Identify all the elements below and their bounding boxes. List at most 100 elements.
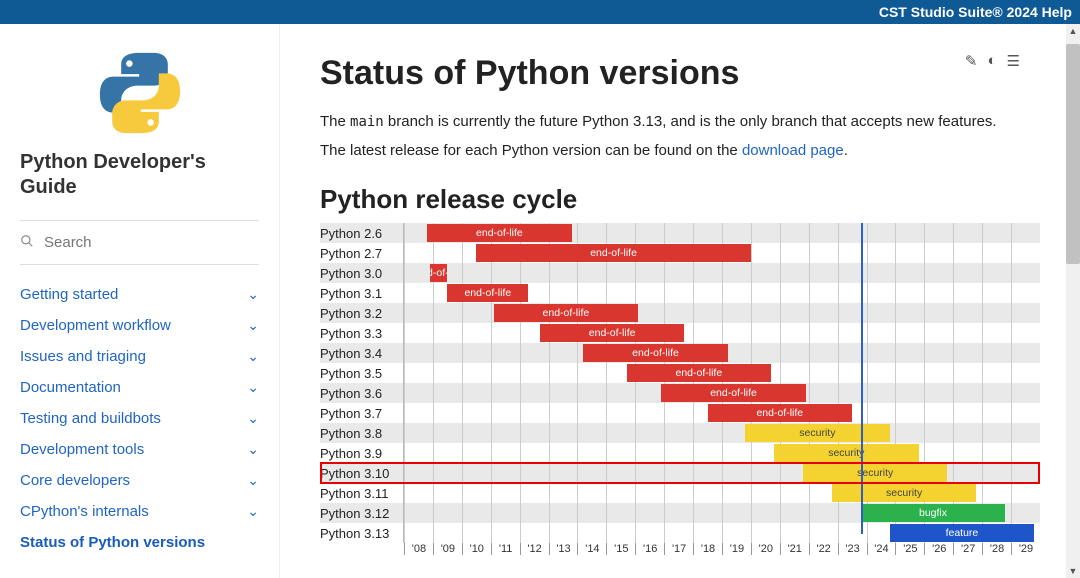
chart-row-track: end-of-life [404, 323, 1040, 343]
chart-row-label: Python 3.10 [320, 463, 404, 483]
intro-paragraph-2: The latest release for each Python versi… [320, 140, 1040, 163]
sidebar-item-label: Development tools [20, 441, 144, 458]
download-page-link[interactable]: download page [742, 142, 844, 159]
x-tick: '21 [780, 543, 809, 555]
edit-icon[interactable]: ✎ [965, 52, 978, 70]
chart-row-track: bugfix [404, 503, 1040, 523]
chart-row-track: end-of-life [404, 303, 1040, 323]
sidebar-item[interactable]: Getting started⌄ [20, 279, 259, 310]
chevron-down-icon: ⌄ [247, 348, 259, 365]
chart-row-label: Python 3.13 [320, 523, 404, 543]
chart-row-track: end-of-life [404, 283, 1040, 303]
chart-row: Python 3.6 end-of-life [320, 383, 1040, 403]
chart-row: Python 3.0 end-of-life [320, 263, 1040, 283]
chart-row: Python 3.11security [320, 483, 1040, 503]
chart-bar-eol: end-of-life [476, 244, 751, 262]
x-tick: '27 [953, 543, 982, 555]
chart-bar-eol: end-of-life [540, 324, 685, 342]
page-actions: ✎ ◐ ☰ [965, 52, 1020, 70]
chart-bar-sec: security [774, 444, 919, 462]
chart-row: Python 3.5end-of-life [320, 363, 1040, 383]
x-tick: '13 [549, 543, 578, 555]
chevron-down-icon: ⌄ [247, 317, 259, 334]
toc-icon[interactable]: ☰ [1007, 52, 1020, 70]
sidebar-item[interactable]: Core developers ⌄ [20, 465, 259, 496]
x-tick: '15 [606, 543, 635, 555]
x-tick: '10 [462, 543, 491, 555]
intro-text: The [320, 113, 350, 130]
x-tick: '28 [982, 543, 1011, 555]
search-icon [20, 234, 34, 251]
search-row[interactable] [20, 220, 259, 265]
sidebar-item-label: Core developers [20, 472, 130, 489]
x-tick: '18 [693, 543, 722, 555]
chart-row-label: Python 3.4 [320, 343, 404, 363]
site-title: Python Developer's Guide [20, 150, 259, 200]
x-tick: '14 [577, 543, 606, 555]
chart-row: Python 3.9security [320, 443, 1040, 463]
chart-row-track: end-of-life [404, 223, 1040, 243]
chart-bar-fix: bugfix [861, 504, 1006, 522]
chart-bar-eol: end-of-life [430, 264, 447, 282]
help-label: CST Studio Suite® 2024 Help [879, 4, 1072, 20]
python-logo-icon [95, 48, 185, 138]
chart-row-label: Python 3.1 [320, 283, 404, 303]
chart-row: Python 3.10security [320, 463, 1040, 483]
scroll-thumb[interactable] [1066, 44, 1080, 264]
chart-row: Python 3.7end-of-life [320, 403, 1040, 423]
chart-row: Python 2.7end-of-life [320, 243, 1040, 263]
x-tick: '23 [838, 543, 867, 555]
x-tick: '08 [404, 543, 433, 555]
chart-row-track: security [404, 483, 1040, 503]
sidebar-item[interactable]: Testing and buildbots⌄ [20, 403, 259, 434]
x-tick: '11 [491, 543, 520, 555]
chart-row-track: end-of-life [404, 263, 1040, 283]
chart-row: Python 3.8security [320, 423, 1040, 443]
chart-row: Python 3.3end-of-life [320, 323, 1040, 343]
x-tick: '09 [433, 543, 462, 555]
vertical-scrollbar[interactable]: ▲ ▼ [1066, 24, 1080, 578]
chart-bar-eol: end-of-life [494, 304, 639, 322]
chevron-down-icon: ⌄ [247, 472, 259, 489]
sidebar-item-active[interactable]: Status of Python versions [20, 527, 259, 558]
sidebar-item[interactable]: CPython's internals⌄ [20, 496, 259, 527]
intro2-text-2: . [844, 142, 848, 159]
chart-bar-sec: security [832, 484, 977, 502]
intro-code: main [350, 114, 384, 130]
sidebar-item[interactable]: Development tools⌄ [20, 434, 259, 465]
app-top-bar: CST Studio Suite® 2024 Help [0, 0, 1080, 24]
chart-bar-eol: end-of-life [661, 384, 806, 402]
scroll-down-arrow-icon[interactable]: ▼ [1066, 564, 1080, 578]
chevron-down-icon: ⌄ [247, 379, 259, 396]
chart-row-track: end-of-life [404, 243, 1040, 263]
chart-row: Python 3.12 bugfix [320, 503, 1040, 523]
chart-heading: Python release cycle [320, 184, 1040, 215]
x-tick: '25 [895, 543, 924, 555]
chart-row-label: Python 3.6 [320, 383, 404, 403]
search-input[interactable] [42, 233, 259, 252]
chart-row: Python 2.6end-of-life [320, 223, 1040, 243]
chart-row-track: security [404, 423, 1040, 443]
x-tick: '19 [722, 543, 751, 555]
chart-row: Python 3.4 end-of-life [320, 343, 1040, 363]
chart-bar-sec: security [745, 424, 890, 442]
python-logo [20, 48, 259, 142]
x-tick: '26 [924, 543, 953, 555]
chart-bar-fea: feature [890, 524, 1035, 542]
sidebar-item[interactable]: Development workflow⌄ [20, 310, 259, 341]
globe-icon[interactable]: ◐ [987, 52, 996, 70]
chart-row-label: Python 3.5 [320, 363, 404, 383]
chart-row-label: Python 3.0 [320, 263, 404, 283]
chart-row-label: Python 3.12 [320, 503, 404, 523]
sidebar-item[interactable]: Issues and triaging⌄ [20, 341, 259, 372]
x-tick: '29 [1011, 543, 1040, 555]
chart-row-label: Python 3.2 [320, 303, 404, 323]
chart-bar-eol: end-of-life [583, 344, 728, 362]
scroll-up-arrow-icon[interactable]: ▲ [1066, 24, 1080, 38]
chart-row-track: end-of-life [404, 383, 1040, 403]
sidebar: Python Developer's Guide Getting started… [0, 24, 280, 578]
sidebar-item[interactable]: Documentation⌄ [20, 372, 259, 403]
chart-bar-eol: end-of-life [708, 404, 853, 422]
chart-row-track: end-of-life [404, 363, 1040, 383]
chart-x-axis: '08'09'10'11'12'13'14'15'16'17'18'19'20'… [404, 543, 1040, 555]
